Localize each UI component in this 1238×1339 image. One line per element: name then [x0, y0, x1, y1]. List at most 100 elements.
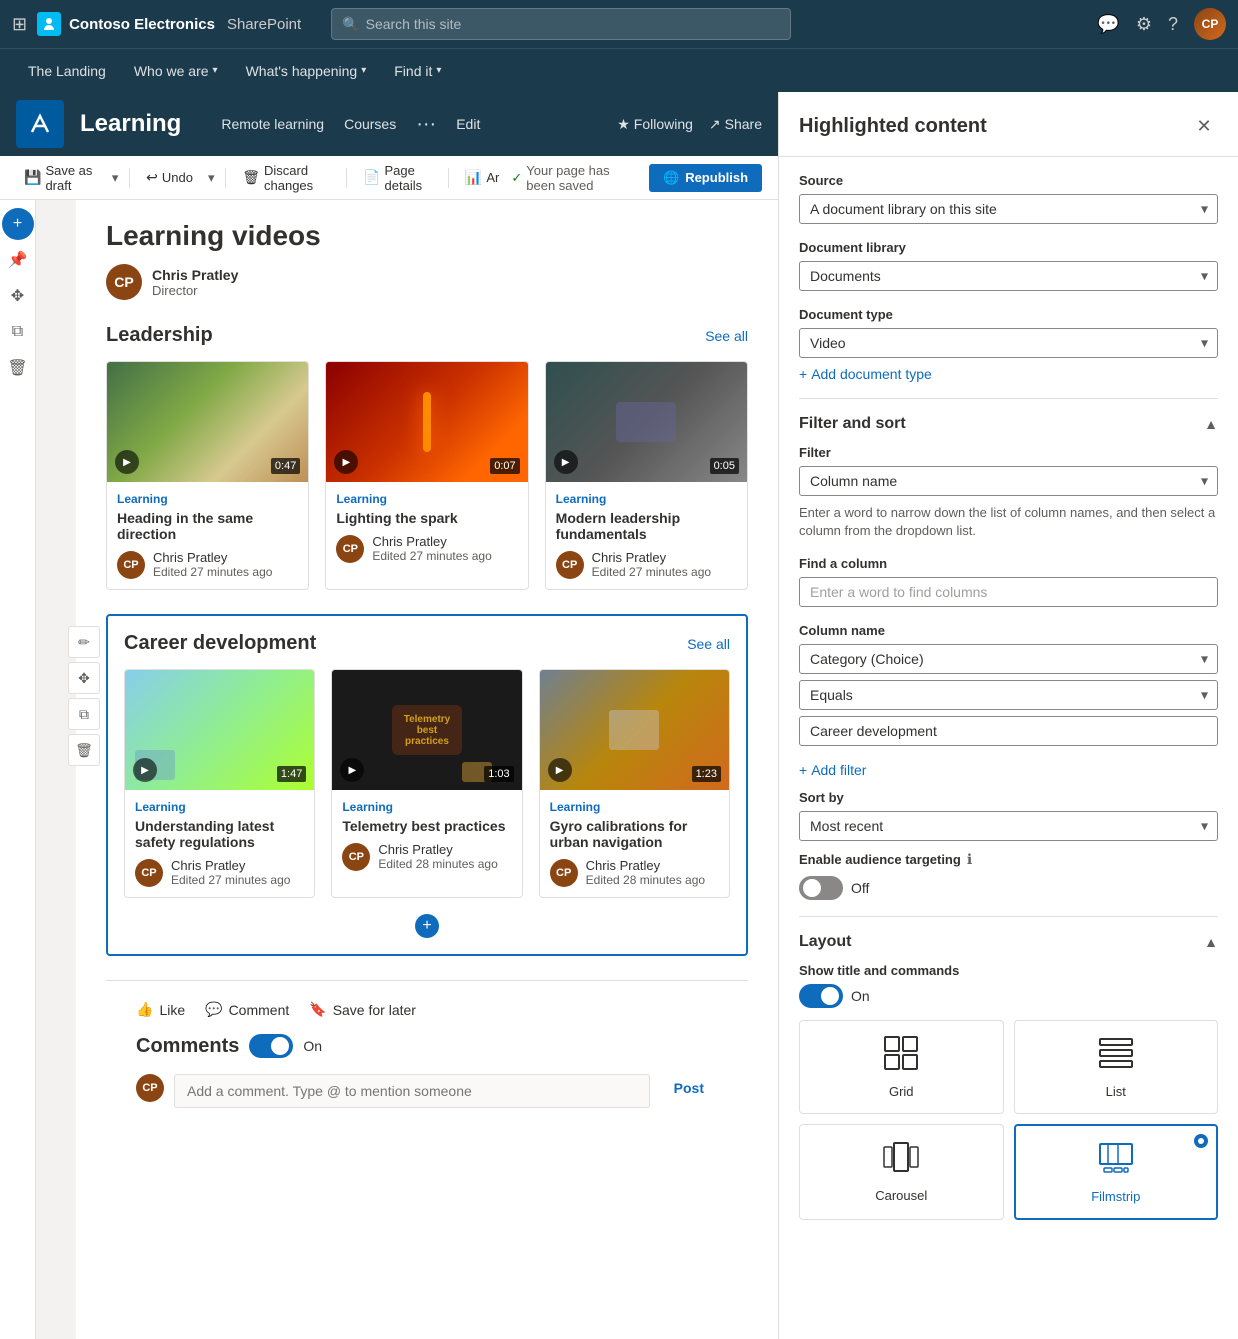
author-row: CP Chris Pratley Director [106, 264, 748, 300]
collapse-icon[interactable]: ▲ [1204, 416, 1218, 432]
subnav-edit[interactable]: Edit [456, 116, 480, 132]
add-filter-btn[interactable]: + Add filter [799, 762, 1218, 778]
video-duration-career-1: 1:03 [484, 766, 513, 782]
like-btn[interactable]: 👍 Like [136, 1001, 185, 1018]
toolbar-sticker-btn[interactable]: 📌 [2, 244, 34, 276]
column-name-select[interactable]: Category (Choice) [799, 644, 1218, 674]
equals-select[interactable]: Equals [799, 680, 1218, 710]
layout-collapse-icon[interactable]: ▲ [1204, 934, 1218, 950]
sort-by-select-wrapper: Most recent [799, 811, 1218, 841]
layout-list-icon [1098, 1035, 1134, 1078]
nav-item-landing[interactable]: The Landing [16, 49, 118, 93]
audience-info-icon[interactable]: ℹ [967, 851, 972, 868]
video-card-1[interactable]: ▶ 0:07 Learning Lighting the spark CP [325, 361, 528, 590]
toolbar-copy-btn[interactable]: ⧉ [2, 316, 34, 348]
add-filter-icon: + [799, 762, 807, 778]
undo-chevron[interactable]: ▾ [205, 166, 218, 190]
comments-toggle[interactable] [249, 1034, 293, 1058]
add-webpart-btn[interactable]: + [2, 208, 34, 240]
video-meta-text-career-0: Chris Pratley Edited 27 minutes ago [171, 858, 290, 887]
video-category-career-1: Learning [342, 800, 511, 814]
section-edit-btn[interactable]: ✏ [68, 626, 100, 658]
section-move-btn[interactable]: ✥ [68, 662, 100, 694]
subnav-courses[interactable]: Courses [344, 112, 396, 136]
comment-input[interactable] [174, 1074, 650, 1108]
save-draft-chevron[interactable]: ▾ [109, 166, 122, 190]
search-input[interactable] [366, 16, 781, 32]
video-card-career-1[interactable]: Telemetry best practices ▶ 1:03 Learning [331, 669, 522, 898]
subnav-remote-learning[interactable]: Remote learning [221, 112, 324, 136]
author-role: Director [152, 283, 238, 298]
video-card-2[interactable]: ▶ 0:05 Learning Modern leadership fundam… [545, 361, 748, 590]
nav-item-happening[interactable]: What's happening ▾ [234, 49, 379, 93]
doc-library-select[interactable]: Documents [799, 261, 1218, 291]
settings-icon[interactable]: ⚙ [1136, 14, 1152, 35]
video-card-career-2[interactable]: ▶ 1:23 Learning Gyro calibrations for ur… [539, 669, 730, 898]
share-btn[interactable]: ↗ Share [709, 116, 762, 133]
layout-option-carousel[interactable]: Carousel [799, 1124, 1004, 1220]
save-for-later-btn[interactable]: 🔖 Save for later [309, 1001, 416, 1018]
layout-grid-icon [883, 1035, 919, 1078]
section-duplicate-btn[interactable]: ⧉ [68, 698, 100, 730]
subnav-more[interactable]: ··· [416, 113, 436, 136]
filter-value-input[interactable] [799, 716, 1218, 746]
layout-list-label: List [1106, 1084, 1126, 1099]
sort-by-select[interactable]: Most recent [799, 811, 1218, 841]
video-card-career-0[interactable]: ▶ 1:47 Learning Understanding latest saf… [124, 669, 315, 898]
doc-library-select-wrapper: Documents [799, 261, 1218, 291]
panel-close-btn[interactable]: ✕ [1190, 112, 1218, 140]
video-info-2: Learning Modern leadership fundamentals … [546, 482, 747, 589]
site-logo[interactable]: Contoso Electronics SharePoint [37, 12, 301, 36]
play-btn-2[interactable]: ▶ [554, 450, 578, 474]
leadership-see-all[interactable]: See all [705, 328, 748, 344]
comment-btn[interactable]: 💬 Comment [205, 1001, 289, 1018]
avatar[interactable]: CP [1194, 8, 1226, 40]
republish-btn[interactable]: 🌐 Republish [649, 164, 762, 192]
nav-item-find[interactable]: Find it ▾ [382, 49, 453, 93]
career-video-grid: ▶ 1:47 Learning Understanding latest saf… [124, 669, 730, 898]
save-icon: 💾 [24, 169, 41, 186]
help-icon[interactable]: ? [1168, 14, 1178, 35]
analytics-icon: 📊 [465, 169, 482, 186]
undo-btn[interactable]: ↩ Undo [138, 165, 201, 190]
bottom-bar: 👍 Like 💬 Comment 🔖 Save for later [106, 980, 748, 1128]
discard-btn[interactable]: 🗑 Discard changes [234, 159, 338, 197]
nav-item-who[interactable]: Who we are ▾ [122, 49, 230, 93]
page-details-btn[interactable]: 📄 Page details [355, 159, 440, 197]
following-btn[interactable]: ★ Following [617, 116, 693, 133]
video-card-0[interactable]: ▶ 0:47 Learning Heading in the same dire… [106, 361, 309, 590]
edit-bar: 💾 Save as draft ▾ ↩ Undo ▾ 🗑 Discard cha… [0, 156, 778, 200]
layout-option-grid[interactable]: Grid [799, 1020, 1004, 1114]
show-title-toggle[interactable] [799, 984, 843, 1008]
layout-filmstrip-label: Filmstrip [1091, 1189, 1140, 1204]
add-doc-type-btn[interactable]: + Add document type [799, 366, 1218, 382]
layout-option-list[interactable]: List [1014, 1020, 1219, 1114]
apps-icon[interactable]: ⊞ [12, 14, 27, 35]
filter-select[interactable]: Column name [799, 466, 1218, 496]
play-btn-career-2[interactable]: ▶ [548, 758, 572, 782]
video-meta-career-2: CP Chris Pratley Edited 28 minutes ago [550, 858, 719, 887]
analytics-btn[interactable]: 📊 Ar [457, 165, 507, 190]
add-section-btn[interactable]: + [415, 914, 439, 938]
sep-4 [448, 168, 449, 188]
search-bar[interactable]: 🔍 [331, 8, 791, 40]
audience-toggle[interactable] [799, 876, 843, 900]
site-header: Learning Remote learning Courses ··· Edi… [0, 92, 778, 156]
doc-type-select[interactable]: Video [799, 328, 1218, 358]
save-draft-btn[interactable]: 💾 Save as draft [16, 159, 105, 197]
layout-section-header: Layout ▲ [799, 933, 1218, 951]
toolbar-move-btn[interactable]: ✥ [2, 280, 34, 312]
toolbar-delete-btn[interactable]: 🗑 [2, 352, 34, 384]
video-category-career-2: Learning [550, 800, 719, 814]
layout-option-filmstrip[interactable]: Filmstrip [1014, 1124, 1219, 1220]
career-see-all[interactable]: See all [687, 636, 730, 652]
show-title-toggle-row: On [799, 984, 1218, 1008]
post-comment-btn[interactable]: Post [660, 1074, 718, 1102]
section-delete-btn[interactable]: 🗑 [68, 734, 100, 766]
source-select[interactable]: A document library on this site [799, 194, 1218, 224]
chat-icon[interactable]: 💬 [1097, 14, 1119, 35]
leadership-section: Leadership See all ▶ [106, 324, 748, 590]
play-btn-0[interactable]: ▶ [115, 450, 139, 474]
find-column-input[interactable] [799, 577, 1218, 607]
play-btn-career-0[interactable]: ▶ [133, 758, 157, 782]
